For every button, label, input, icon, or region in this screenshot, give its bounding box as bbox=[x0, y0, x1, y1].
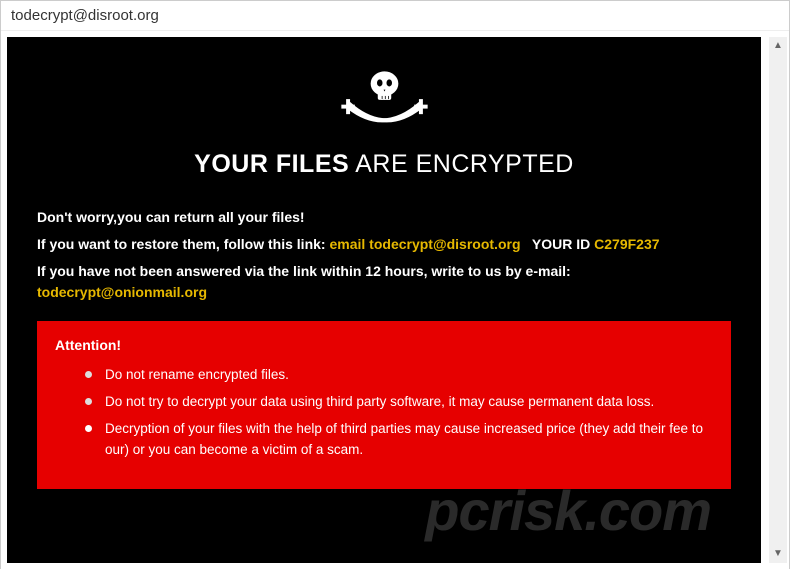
line-2-prefix: If you want to restore them, follow this… bbox=[37, 236, 329, 252]
secondary-email: todecrypt@onionmail.org bbox=[37, 284, 207, 300]
ransom-note-panel: YOUR FILES ARE ENCRYPTED Don't worry,you… bbox=[7, 37, 761, 563]
your-id-value: C279F237 bbox=[594, 236, 659, 252]
skull-swords-icon bbox=[37, 62, 731, 142]
headline-bold: YOUR FILES bbox=[194, 150, 349, 178]
headline: YOUR FILES ARE ENCRYPTED bbox=[37, 150, 731, 179]
scroll-down-icon[interactable]: ▼ bbox=[769, 545, 787, 563]
your-id-label: YOUR ID bbox=[532, 236, 594, 252]
app-window: todecrypt@disroot.org bbox=[0, 0, 790, 569]
headline-regular: ARE ENCRYPTED bbox=[349, 150, 574, 178]
attention-list: Do not rename encrypted files. Do not tr… bbox=[55, 365, 713, 461]
line-2: If you want to restore them, follow this… bbox=[37, 234, 731, 255]
content-area: YOUR FILES ARE ENCRYPTED Don't worry,you… bbox=[1, 31, 789, 569]
attention-box: Attention! Do not rename encrypted files… bbox=[37, 321, 731, 489]
bullet-item: Decryption of your files with the help o… bbox=[85, 419, 713, 461]
vertical-scrollbar[interactable]: ▲ ▼ bbox=[769, 37, 787, 563]
window-title: todecrypt@disroot.org bbox=[1, 1, 789, 31]
primary-email: todecrypt@disroot.org bbox=[369, 236, 520, 252]
attention-heading: Attention! bbox=[55, 337, 713, 353]
bullet-item: Do not try to decrypt your data using th… bbox=[85, 392, 713, 413]
line-1: Don't worry,you can return all your file… bbox=[37, 207, 731, 228]
line-3: If you have not been answered via the li… bbox=[37, 261, 731, 303]
window-title-text: todecrypt@disroot.org bbox=[11, 7, 159, 24]
bullet-item: Do not rename encrypted files. bbox=[85, 365, 713, 386]
line-3-prefix: If you have not been answered via the li… bbox=[37, 263, 571, 279]
email-label: email bbox=[329, 236, 369, 252]
scroll-up-icon[interactable]: ▲ bbox=[769, 37, 787, 55]
